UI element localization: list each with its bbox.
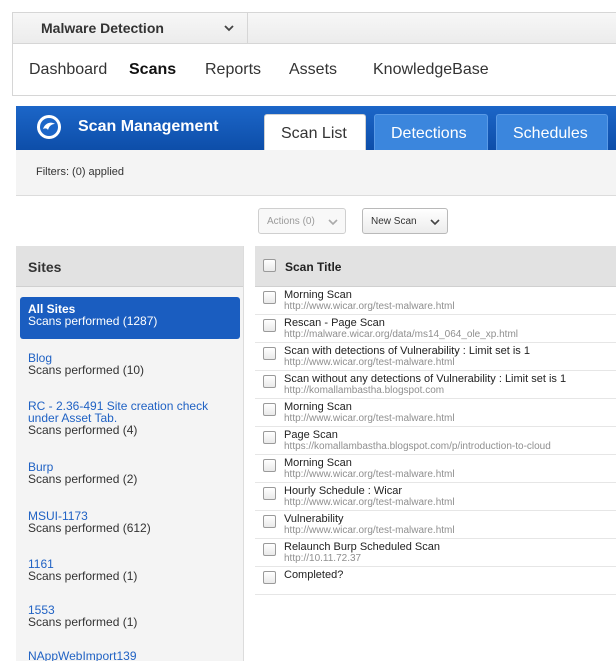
- table-row[interactable]: Relaunch Burp Scheduled Scan http://10.1…: [255, 539, 616, 567]
- scan-title-column-header[interactable]: Scan Title: [285, 260, 341, 274]
- row-checkbox[interactable]: [263, 459, 276, 472]
- site-scan-count: Scans performed (612): [28, 521, 151, 535]
- table-row[interactable]: Scan without any detections of Vulnerabi…: [255, 371, 616, 399]
- new-scan-button-label: New Scan: [371, 216, 417, 227]
- scan-title[interactable]: Page Scan: [284, 429, 338, 441]
- filters-status[interactable]: Filters: (0) applied: [36, 166, 124, 178]
- filters-bar: Filters: (0) applied: [16, 150, 616, 196]
- actions-button[interactable]: Actions (0): [258, 208, 346, 234]
- row-checkbox[interactable]: [263, 571, 276, 584]
- tab-detections[interactable]: Detections: [374, 114, 488, 150]
- select-all-checkbox[interactable]: [263, 259, 276, 272]
- table-row[interactable]: Morning Scan http://www.wicar.org/test-m…: [255, 455, 616, 483]
- sidebar-item-all-sites[interactable]: All Sites Scans performed (1287): [20, 297, 240, 339]
- scan-url: http://www.wicar.org/test-malware.html: [284, 525, 455, 536]
- scan-title[interactable]: Hourly Schedule : Wicar: [284, 485, 402, 497]
- module-title: Scan Management: [78, 118, 219, 135]
- scan-url: http://www.wicar.org/test-malware.html: [284, 413, 455, 424]
- site-scan-count: Scans performed (1287): [28, 314, 158, 328]
- tab-schedules-label: Schedules: [513, 125, 588, 142]
- actions-button-label: Actions (0): [267, 216, 315, 227]
- scan-title[interactable]: Morning Scan: [284, 289, 352, 301]
- sidebar-item-nappwebimport139[interactable]: NAppWebImport139: [20, 644, 240, 661]
- scan-title[interactable]: Rescan - Page Scan: [284, 317, 385, 329]
- app-selector[interactable]: Malware Detection: [13, 13, 248, 43]
- chevron-down-icon: [430, 219, 440, 226]
- table-row[interactable]: Page Scan https://komallambastha.blogspo…: [255, 427, 616, 455]
- sidebar-header: Sites: [16, 246, 243, 287]
- scan-url: http://komallambastha.blogspot.com: [284, 385, 445, 396]
- table-header: Scan Title: [255, 246, 616, 287]
- tab-scan-list[interactable]: Scan List: [264, 114, 366, 150]
- site-scan-count: Scans performed (1): [28, 569, 138, 583]
- top-bar: Malware Detection: [12, 12, 616, 44]
- row-checkbox[interactable]: [263, 291, 276, 304]
- tab-schedules[interactable]: Schedules: [496, 114, 608, 150]
- site-name: NAppWebImport139: [28, 649, 137, 661]
- sidebar-item-1161[interactable]: 1161 Scans performed (1): [20, 552, 240, 588]
- malware-shield-logo-icon: [37, 115, 61, 139]
- row-checkbox[interactable]: [263, 431, 276, 444]
- row-checkbox[interactable]: [263, 347, 276, 360]
- nav-assets[interactable]: Assets: [289, 61, 337, 79]
- main-nav: Dashboard Scans Reports Assets Knowledge…: [12, 44, 616, 96]
- scan-title[interactable]: Vulnerability: [284, 513, 344, 525]
- new-scan-button[interactable]: New Scan: [362, 208, 448, 234]
- sidebar-item-blog[interactable]: Blog Scans performed (10): [20, 346, 240, 382]
- row-checkbox[interactable]: [263, 319, 276, 332]
- scan-url: https://komallambastha.blogspot.com/p/in…: [284, 441, 551, 452]
- scan-title[interactable]: Scan with detections of Vulnerability : …: [284, 345, 530, 357]
- tab-detections-label: Detections: [391, 125, 467, 142]
- scan-url: http://10.11.72.37: [284, 553, 362, 564]
- sidebar-item-1553[interactable]: 1553 Scans performed (1): [20, 598, 240, 634]
- table-row[interactable]: Scan with detections of Vulnerability : …: [255, 343, 616, 371]
- scan-title[interactable]: Relaunch Burp Scheduled Scan: [284, 541, 440, 553]
- scan-title[interactable]: Completed?: [284, 569, 343, 581]
- chevron-down-icon: [224, 25, 234, 32]
- table-row[interactable]: Hourly Schedule : Wicar http://www.wicar…: [255, 483, 616, 511]
- table-row[interactable]: Morning Scan http://www.wicar.org/test-m…: [255, 399, 616, 427]
- table-row[interactable]: Morning Scan http://www.wicar.org/test-m…: [255, 287, 616, 315]
- nav-reports[interactable]: Reports: [205, 61, 261, 79]
- scan-title[interactable]: Scan without any detections of Vulnerabi…: [284, 373, 566, 385]
- sidebar-item-burp[interactable]: Burp Scans performed (2): [20, 455, 240, 491]
- table-row[interactable]: Rescan - Page Scan http://malware.wicar.…: [255, 315, 616, 343]
- row-checkbox[interactable]: [263, 403, 276, 416]
- site-scan-count: Scans performed (10): [28, 363, 145, 377]
- nav-scans[interactable]: Scans: [129, 61, 176, 79]
- table-row[interactable]: Completed?: [255, 567, 616, 595]
- toolbar: Actions (0) New Scan: [16, 197, 616, 245]
- scan-url: http://www.wicar.org/test-malware.html: [284, 469, 455, 480]
- scan-url: http://malware.wicar.org/data/ms14_064_o…: [284, 329, 519, 340]
- nav-dashboard[interactable]: Dashboard: [29, 61, 107, 79]
- site-scan-count: Scans performed (2): [28, 472, 138, 486]
- module-header: Scan Management Scan List Detections Sch…: [16, 106, 616, 150]
- sidebar-item-msui-1173[interactable]: MSUI-1173 Scans performed (612): [20, 504, 240, 540]
- scan-url: http://www.wicar.org/test-malware.html: [284, 497, 455, 508]
- scan-title[interactable]: Morning Scan: [284, 401, 352, 413]
- sidebar-item-rc-site[interactable]: RC - 2.36-491 Site creation check under …: [20, 394, 240, 442]
- scan-url: http://www.wicar.org/test-malware.html: [284, 301, 455, 312]
- sites-sidebar: Sites All Sites Scans performed (1287) B…: [16, 246, 244, 661]
- chevron-down-icon: [328, 219, 338, 226]
- tab-scan-list-label: Scan List: [281, 125, 347, 142]
- row-checkbox[interactable]: [263, 487, 276, 500]
- table-row[interactable]: Vulnerability http://www.wicar.org/test-…: [255, 511, 616, 539]
- row-checkbox[interactable]: [263, 375, 276, 388]
- scan-url: http://www.wicar.org/test-malware.html: [284, 357, 455, 368]
- site-scan-count: Scans performed (1): [28, 615, 138, 629]
- row-checkbox[interactable]: [263, 543, 276, 556]
- row-checkbox[interactable]: [263, 515, 276, 528]
- site-scan-count: Scans performed (4): [28, 423, 138, 437]
- app-selector-label: Malware Detection: [41, 20, 164, 36]
- scan-title[interactable]: Morning Scan: [284, 457, 352, 469]
- nav-knowledgebase[interactable]: KnowledgeBase: [373, 61, 489, 79]
- scan-list-table: Scan Title Morning Scan http://www.wicar…: [255, 246, 616, 661]
